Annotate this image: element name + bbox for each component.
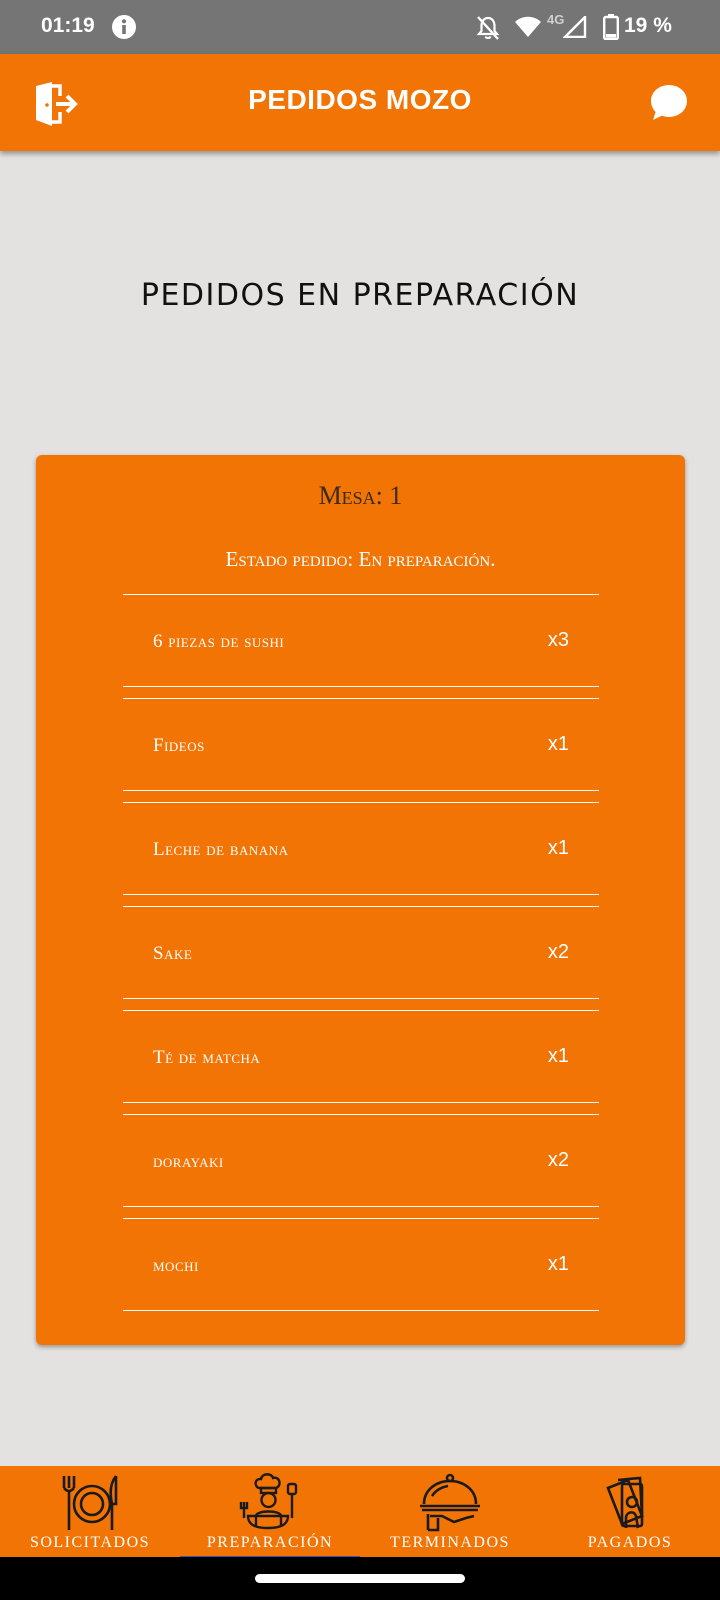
order-status: Estado pedido: En preparación. <box>225 547 496 571</box>
nav-label: PREPARACIÓN <box>206 1534 334 1551</box>
battery-percent: 19 % <box>624 14 672 37</box>
item-quantity: x1 <box>547 1045 569 1067</box>
serving-cloche-icon <box>418 1472 482 1532</box>
item-name: Leche de banana <box>153 839 289 860</box>
list-item: Té de matcha x1 <box>123 1010 599 1103</box>
app-bar: PEDIDOS MOZO <box>0 54 720 151</box>
order-items-list: 6 piezas de sushi x3 Fideos x1 Leche de … <box>123 594 599 1322</box>
network-type: 4G <box>547 12 565 27</box>
nav-item-terminados[interactable]: TERMINADOS <box>360 1466 540 1557</box>
list-item: 6 piezas de sushi x3 <box>123 594 599 687</box>
signal-icon <box>562 14 587 43</box>
item-quantity: x1 <box>547 1253 569 1275</box>
table-number: Mesa: 1 <box>318 481 403 510</box>
item-name: Té de matcha <box>153 1047 261 1068</box>
list-item: Sake x2 <box>123 906 599 999</box>
item-name: Fideos <box>153 735 205 756</box>
system-navigation-bar <box>0 1557 720 1600</box>
item-name: 6 piezas de sushi <box>153 631 285 652</box>
status-bar: 01:19 4G 19 % <box>0 0 720 54</box>
nav-label: PAGADOS <box>587 1534 673 1551</box>
status-time: 01:19 <box>41 14 95 37</box>
plate-cutlery-icon <box>58 1472 122 1532</box>
wifi-icon <box>514 16 542 43</box>
nav-label: SOLICITADOS <box>29 1534 151 1551</box>
nav-item-preparacion[interactable]: PREPARACIÓN <box>180 1466 360 1557</box>
payment-icon <box>598 1472 662 1532</box>
item-name: Sake <box>153 943 193 964</box>
list-item: Leche de banana x1 <box>123 802 599 895</box>
battery-icon <box>603 14 620 45</box>
app-title: PEDIDOS MOZO <box>248 84 472 115</box>
list-item: Fideos x1 <box>123 698 599 791</box>
list-item: mochi x1 <box>123 1218 599 1311</box>
item-quantity: x1 <box>547 733 569 755</box>
order-card: Mesa: 1 Estado pedido: En preparación. 6… <box>36 455 685 1345</box>
bell-off-icon <box>476 15 500 46</box>
item-quantity: x2 <box>547 1149 569 1171</box>
nav-item-pagados[interactable]: PAGADOS <box>540 1466 720 1557</box>
item-name: mochi <box>153 1255 199 1276</box>
item-name: dorayaki <box>153 1151 224 1172</box>
nav-label: TERMINADOS <box>390 1534 510 1551</box>
nav-item-solicitados[interactable]: SOLICITADOS <box>0 1466 180 1557</box>
chef-icon <box>238 1472 302 1532</box>
bottom-navigation: SOLICITADOS PREPARACIÓN TERMINADOS PAGAD… <box>0 1466 720 1557</box>
item-quantity: x3 <box>547 629 569 651</box>
item-quantity: x1 <box>547 837 569 859</box>
chat-icon[interactable] <box>648 82 690 124</box>
list-item: dorayaki x2 <box>123 1114 599 1207</box>
home-gesture-bar[interactable] <box>255 1574 465 1583</box>
info-icon <box>111 14 137 40</box>
item-quantity: x2 <box>547 941 569 963</box>
page-title: PEDIDOS EN PREPARACIÓN <box>140 278 580 313</box>
